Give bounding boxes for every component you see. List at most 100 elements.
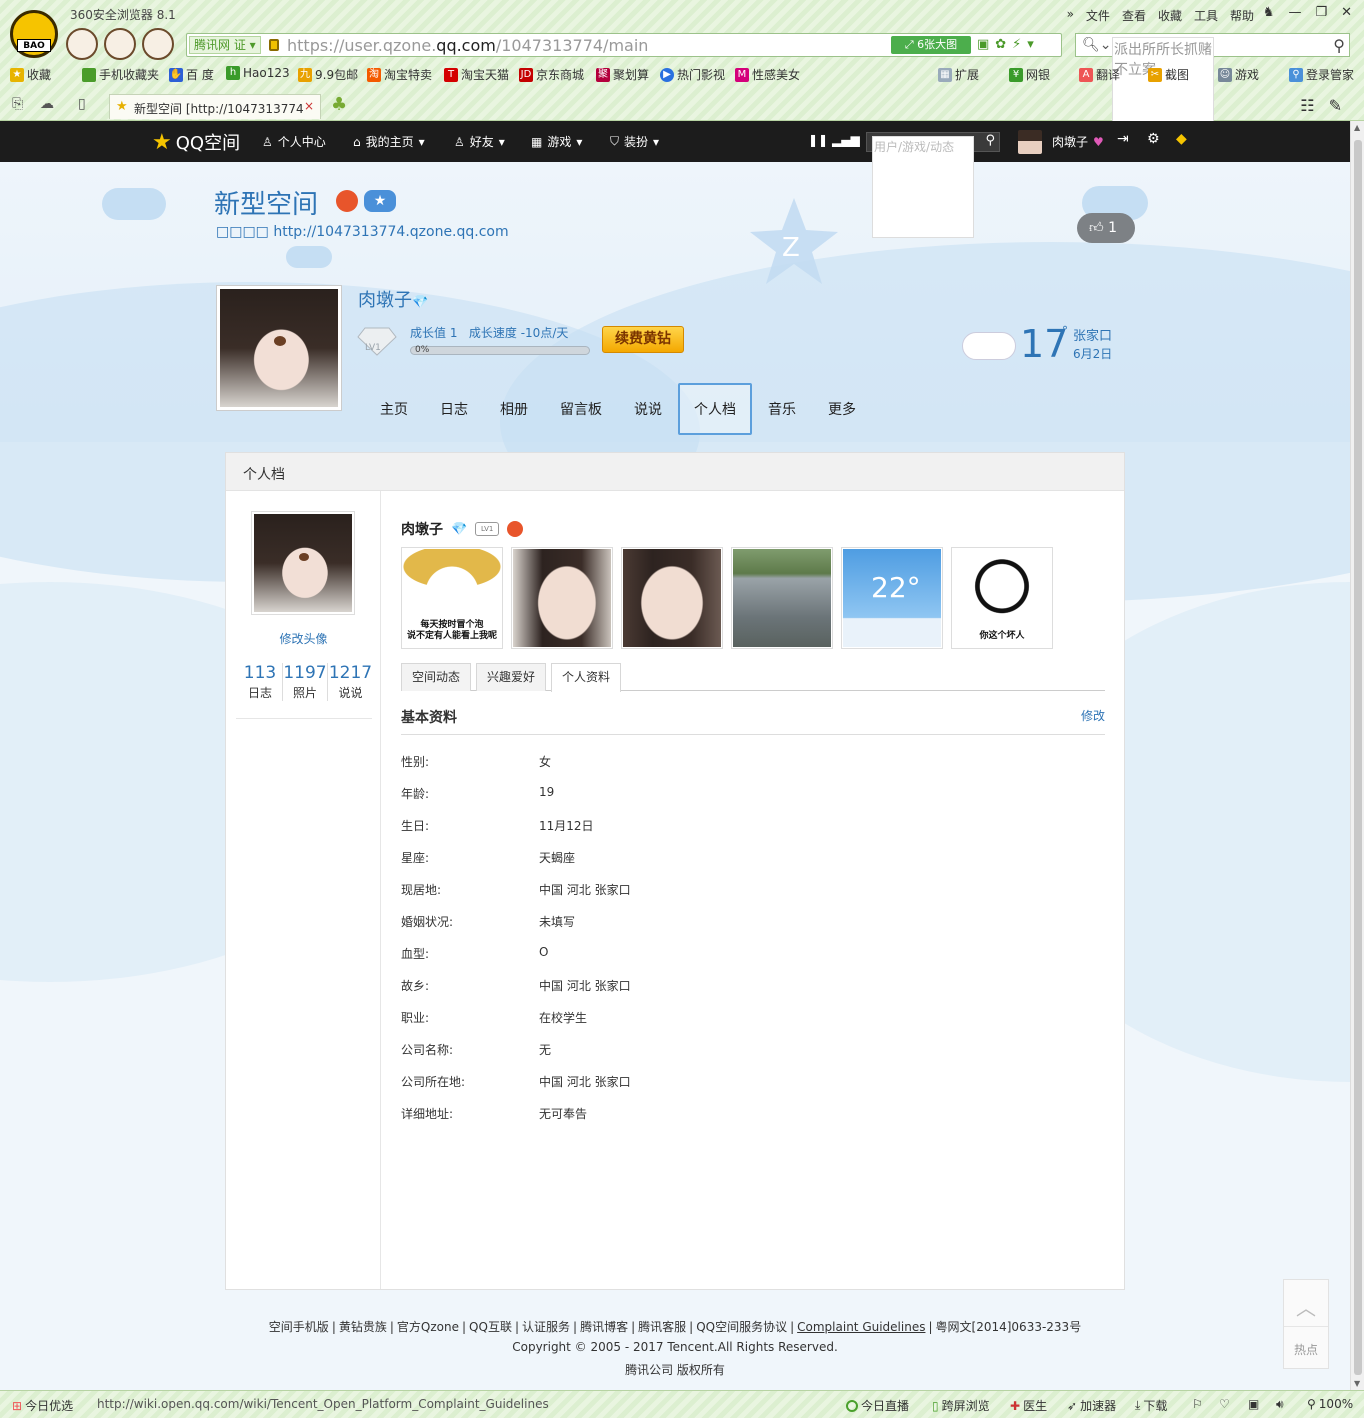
fav-item[interactable]: ✂ 截图 (1148, 66, 1189, 83)
subtab-interests[interactable]: 兴趣爱好 (476, 663, 547, 691)
tab-profile[interactable]: 个人档 (678, 383, 752, 435)
menu-expand-icon[interactable]: » (1067, 7, 1074, 24)
header-nickname[interactable]: 肉墩子💎 (358, 286, 428, 312)
footer-link[interactable]: 认证服务 (522, 1320, 570, 1334)
photo-thumb[interactable] (621, 547, 723, 649)
vip-badge-icon[interactable] (507, 521, 524, 537)
heart-icon[interactable]: ♡ (1219, 1397, 1230, 1411)
skin-icon[interactable]: ♞ (1263, 5, 1275, 20)
plant-icon[interactable]: ♣ (331, 94, 347, 115)
tab-shuoshuo[interactable]: 说说 (618, 383, 678, 435)
photo-thumb[interactable] (731, 547, 833, 649)
edit-icon[interactable]: ✎ (1329, 96, 1342, 115)
photo-thumb[interactable]: 22° (841, 547, 943, 649)
menu-favorites[interactable]: 收藏 (1158, 7, 1182, 24)
tab-list-icon[interactable]: ☷ (1300, 96, 1314, 115)
logout-icon[interactable]: ⇥ (1117, 131, 1129, 147)
footer-link[interactable]: 腾讯客服 (638, 1320, 686, 1334)
fav-item[interactable]: A 翻译 (1079, 66, 1120, 83)
profile-avatar-small[interactable] (251, 511, 355, 615)
renew-yellow-diamond-button[interactable]: 续费黄钻 (602, 326, 684, 353)
status-doctor[interactable]: ✚ 医生 (1010, 1397, 1047, 1414)
status-accelerator[interactable]: ➶ 加速器 (1067, 1397, 1116, 1414)
wings-badge-icon[interactable]: ★ (364, 190, 396, 212)
fav-item[interactable]: 聚聚划算 (596, 66, 649, 83)
nav-friends[interactable]: ♙ 好友 ▾ (454, 133, 505, 150)
vip-badge-icon[interactable] (336, 190, 358, 212)
qzone-search[interactable]: 用户/游戏/动态 ⚲ (866, 132, 1000, 238)
footer-link[interactable]: 腾讯博客 (580, 1320, 628, 1334)
edit-info-link[interactable]: 修改 (1081, 707, 1105, 724)
phone-sync-icon[interactable]: ▯ (78, 96, 86, 112)
fav-item[interactable]: ▶ 热门影视 (660, 66, 725, 83)
fav-item[interactable]: ⚲ 登录管家 (1289, 66, 1354, 83)
fav-item[interactable]: ▦ 扩展 (938, 66, 979, 83)
stats-icon[interactable]: ▂▄▆ (832, 133, 860, 147)
footer-link-complaint[interactable]: Complaint Guidelines (797, 1320, 925, 1334)
fav-item[interactable]: h Hao123 (226, 66, 290, 80)
tab-more[interactable]: 更多 (812, 383, 872, 435)
tab-home[interactable]: 主页 (364, 383, 424, 435)
mascot-icon[interactable] (66, 28, 98, 60)
fav-item[interactable]: 淘淘宝特卖 (367, 66, 432, 83)
edit-avatar-link[interactable]: 修改头像 (226, 630, 381, 647)
menu-help[interactable]: 帮助 (1230, 7, 1254, 24)
address-tools-icons[interactable]: ▣✿⚡▾ (977, 37, 1040, 52)
fav-item[interactable]: M 性感美女 (735, 66, 800, 83)
menu-file[interactable]: 文件 (1086, 7, 1110, 24)
footer-link[interactable]: 空间手机版 (269, 1320, 329, 1334)
fav-item[interactable]: JD 京东商城 (519, 66, 584, 83)
back-to-top-widget[interactable]: ︿ 热点 (1283, 1279, 1329, 1369)
level-badge-icon[interactable]: LV1 (475, 522, 500, 536)
search-icon[interactable]: ⚲ (1333, 36, 1345, 55)
maximize-icon[interactable]: ❐ (1315, 5, 1327, 20)
fav-item[interactable]: ✋ 百 度 (169, 66, 214, 83)
nav-my-homepage[interactable]: ⌂ 我的主页 ▾ (353, 133, 425, 150)
like-button[interactable]: 👍︎ 1 (1077, 213, 1135, 243)
cloud-icon[interactable]: ☁ (40, 96, 54, 112)
status-download[interactable]: ⤓ 下载 (1135, 1397, 1167, 1414)
photo-thumb[interactable] (511, 547, 613, 649)
fav-item[interactable]: ★ 收藏 (10, 66, 51, 83)
subtab-space-updates[interactable]: 空间动态 (401, 663, 472, 691)
menu-view[interactable]: 查看 (1122, 7, 1146, 24)
fav-item[interactable]: ☺ 游戏 (1218, 66, 1259, 83)
volume-icon[interactable]: 🔊︎ (1276, 1397, 1284, 1412)
zoom-control[interactable]: ⚲ 100% (1307, 1397, 1353, 1411)
footer-link[interactable]: QQ空间服务协议 (696, 1320, 787, 1334)
photo-thumb[interactable]: 你这个坏人 (951, 547, 1053, 649)
window-icon[interactable]: ▣ (1248, 1397, 1259, 1411)
footer-link[interactable]: 官方Qzone (397, 1320, 459, 1334)
fav-item[interactable]: 九 9.9包邮 (298, 66, 358, 83)
site-badge[interactable]: 腾讯网 证 ▾ (189, 36, 261, 54)
profile-avatar[interactable] (216, 285, 342, 411)
qzone-logo[interactable]: ★ QQ空间 (152, 129, 240, 155)
page-scrollbar[interactable]: ▲ ▼ (1350, 121, 1364, 1390)
close-window-icon[interactable]: ✕ (1341, 5, 1352, 20)
status-live[interactable]: 今日直播 (846, 1397, 909, 1414)
stat-photos[interactable]: 1197 照片 (283, 663, 328, 701)
stat-shuoshuo[interactable]: 1217 说说 (328, 663, 373, 701)
nav-avatar[interactable] (1018, 130, 1042, 154)
footer-link-license[interactable]: 粤网文[2014]0633-233号 (936, 1320, 1082, 1334)
nav-user-name[interactable]: 肉墩子 ♥ (1052, 133, 1104, 150)
mascot-icon[interactable] (104, 28, 136, 60)
photo-thumb[interactable]: 每天按时冒个泡 说不定有人能看上我呢 (401, 547, 503, 649)
nav-personal-center[interactable]: ♙ 个人中心 (262, 133, 326, 150)
menu-tools[interactable]: 工具 (1194, 7, 1218, 24)
browser-tab[interactable]: ★ 新型空间 [http://1047313774. × (109, 94, 321, 119)
big-image-button[interactable]: ⤢ 6张大图 (891, 36, 971, 54)
yellow-diamond-icon[interactable]: ◆ (1176, 131, 1187, 147)
back-to-top-icon[interactable]: ︿ (1296, 1292, 1316, 1321)
settings-gear-icon[interactable]: ⚙ (1147, 131, 1160, 147)
tab-music[interactable]: 音乐 (752, 383, 812, 435)
scroll-up-icon[interactable]: ▲ (1354, 123, 1360, 132)
pause-icon[interactable]: ❚❚ (808, 133, 828, 147)
sidebar-toggle-icon[interactable]: ⎘ (12, 96, 23, 112)
minimize-icon[interactable]: — (1288, 5, 1301, 20)
level-diamond-icon[interactable]: LV1 (357, 326, 397, 356)
close-tab-icon[interactable]: × (304, 99, 314, 113)
subtab-personal-info[interactable]: 个人资料 (551, 663, 622, 692)
status-cross-screen[interactable]: ▯ 跨屏浏览 (932, 1397, 990, 1414)
address-bar[interactable]: 腾讯网 证 ▾ https://user.qzone.qq.com/104731… (186, 33, 1062, 57)
